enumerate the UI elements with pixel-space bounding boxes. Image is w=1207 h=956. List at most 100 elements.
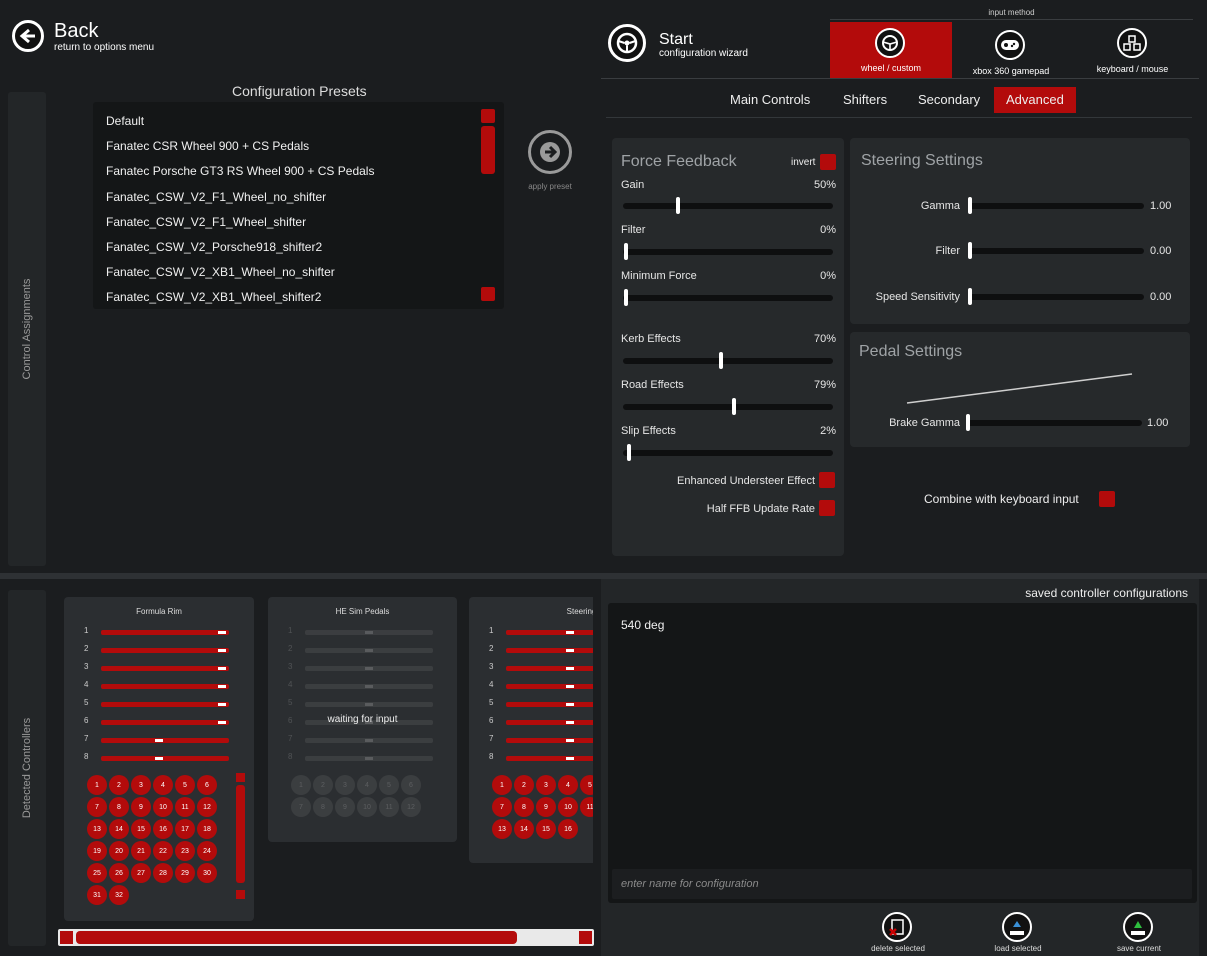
detected-controllers-tab[interactable]: Detected Controllers — [8, 590, 46, 946]
presets-scrollbar-thumb[interactable] — [481, 126, 495, 174]
method-xbox-gamepad[interactable]: xbox 360 gamepad — [952, 22, 1070, 78]
force-feedback-panel: Force Feedback invert Gain 50% Filter 0%… — [612, 138, 844, 556]
ffb-filter-slider[interactable] — [623, 243, 833, 260]
preset-item[interactable]: Default — [93, 109, 504, 134]
invert-checkbox[interactable] — [820, 154, 836, 170]
axis-row: 8 — [64, 748, 254, 766]
minimum-force-slider-thumb[interactable] — [624, 289, 628, 306]
preset-item[interactable]: Fanatec Porsche GT3 RS Wheel 900 + CS Pe… — [93, 159, 504, 184]
preset-item[interactable]: Fanatec_CSW_V2_F1_Wheel_no_shifter — [93, 185, 504, 210]
tab-advanced[interactable]: Advanced — [994, 87, 1076, 113]
combine-keyboard-checkbox[interactable] — [1099, 491, 1115, 507]
hscroll-right[interactable] — [579, 931, 592, 944]
hscroll-thumb[interactable] — [76, 931, 517, 944]
saved-configs-list[interactable]: 540 deg enter name for configuration — [608, 603, 1197, 903]
slip-effects-slider[interactable] — [623, 444, 833, 461]
presets-list[interactable]: Default Fanatec CSR Wheel 900 + CS Pedals… — [93, 102, 504, 309]
minimum-force-slider[interactable] — [623, 289, 833, 306]
tab-secondary[interactable]: Secondary — [906, 87, 992, 113]
pedal-settings-title: Pedal Settings — [859, 343, 963, 360]
enhanced-understeer-checkbox[interactable] — [819, 472, 835, 488]
axis-number: 7 — [288, 734, 293, 743]
buttons-scroll-down[interactable] — [236, 890, 245, 899]
controller-button: 8 — [514, 797, 534, 817]
road-effects-slider[interactable] — [623, 398, 833, 415]
delete-selected-button[interactable]: delete selected — [858, 910, 938, 956]
controller-button: 11 — [379, 797, 399, 817]
axis-number: 1 — [84, 626, 89, 635]
controllers-hscrollbar[interactable] — [58, 929, 594, 946]
axis-number: 3 — [84, 662, 89, 671]
half-ffb-checkbox[interactable] — [819, 500, 835, 516]
controller-button: 16 — [558, 819, 578, 839]
controller-button: 5 — [379, 775, 399, 795]
axis-marker — [566, 649, 574, 652]
brake-gamma-label: Brake Gamma — [889, 417, 960, 429]
gamma-slider-thumb[interactable] — [968, 197, 972, 214]
kerb-effects-slider[interactable] — [623, 352, 833, 369]
method-label-gamepad: xbox 360 gamepad — [972, 66, 1050, 76]
road-effects-slider-thumb[interactable] — [732, 398, 736, 415]
slip-effects-slider-thumb[interactable] — [627, 444, 631, 461]
kerb-effects-slider-thumb[interactable] — [719, 352, 723, 369]
gain-slider[interactable] — [623, 197, 833, 214]
axis-number: 4 — [84, 680, 89, 689]
controller-button: 32 — [109, 885, 129, 905]
save-current-button[interactable]: save current — [1099, 910, 1179, 956]
brake-gamma-slider[interactable] — [966, 414, 1142, 431]
steering-filter-slider-thumb[interactable] — [968, 242, 972, 259]
controller-title: Steering Wheel — [566, 607, 593, 616]
axis-bar — [506, 702, 593, 707]
brake-gamma-slider-thumb[interactable] — [966, 414, 970, 431]
buttons-scrollbar-thumb[interactable] — [236, 785, 245, 883]
arrow-right-icon — [528, 130, 572, 174]
speed-sensitivity-slider-thumb[interactable] — [968, 288, 972, 305]
hscroll-left[interactable] — [60, 931, 73, 944]
axis-bar — [506, 648, 593, 653]
presets-scroll-up[interactable] — [481, 109, 495, 123]
controller-button: 22 — [153, 841, 173, 861]
steering-settings-title: Steering Settings — [861, 152, 983, 169]
preset-item[interactable]: Fanatec CSR Wheel 900 + CS Pedals — [93, 134, 504, 159]
gamma-slider[interactable] — [968, 197, 1144, 214]
load-selected-button[interactable]: load selected — [978, 910, 1058, 956]
steering-filter-slider[interactable] — [968, 242, 1144, 259]
tab-shifters[interactable]: Shifters — [831, 87, 899, 113]
enhanced-understeer-label: Enhanced Understeer Effect — [677, 475, 815, 487]
saved-config-item[interactable]: 540 deg — [621, 618, 664, 632]
axis-marker — [566, 739, 574, 742]
axis-row: 3 — [469, 658, 593, 676]
method-wheel-custom[interactable]: wheel / custom — [830, 22, 952, 78]
preset-item[interactable]: Fanatec_CSW_V2_Porsche918_shifter2 — [93, 235, 504, 260]
buttons-scroll-up[interactable] — [236, 773, 245, 782]
ffb-filter-slider-thumb[interactable] — [624, 243, 628, 260]
controller-button: 9 — [536, 797, 556, 817]
back-button[interactable]: Back return to options menu — [12, 20, 192, 56]
gain-slider-thumb[interactable] — [676, 197, 680, 214]
preset-item[interactable]: Fanatec_CSW_V2_F1_Wheel_shifter — [93, 210, 504, 235]
axis-marker — [218, 631, 226, 634]
controller-button: 3 — [335, 775, 355, 795]
start-wizard-button[interactable]: Start configuration wizard — [608, 24, 808, 64]
axis-bar — [506, 630, 593, 635]
controller-card-steering-wheel[interactable]: Steering Wheel 12345678 1234567891011121… — [469, 597, 593, 863]
axis-row: 1 — [268, 622, 457, 640]
axis-marker — [566, 685, 574, 688]
load-selected-label: load selected — [994, 944, 1042, 953]
controller-button: 31 — [87, 885, 107, 905]
method-keyboard-mouse[interactable]: keyboard / mouse — [1072, 22, 1193, 78]
axis-marker — [566, 721, 574, 724]
controller-card-formula-rim[interactable]: Formula Rim 12345678 1 2 3 4 5 6 7 8 9 10 11 12 13 14… — [64, 597, 254, 921]
tab-main-controls[interactable]: Main Controls — [718, 87, 822, 113]
preset-item[interactable]: Fanatec_CSW_V2_XB1_Wheel_shifter2 — [93, 285, 504, 309]
apply-preset-button[interactable]: apply preset — [520, 130, 580, 194]
config-name-input[interactable]: enter name for configuration — [612, 869, 1192, 899]
controller-card-he-sim-pedals[interactable]: HE Sim Pedals 12345678 1 2 3 4 5 6 7 8 9 10 11 12 w… — [268, 597, 457, 842]
axis-bar — [101, 666, 229, 671]
control-assignments-tab[interactable]: Control Assignments — [8, 92, 46, 566]
speed-sensitivity-slider[interactable] — [968, 288, 1144, 305]
presets-scroll-down[interactable] — [481, 287, 495, 301]
controller-button: 13 — [87, 819, 107, 839]
preset-item[interactable]: Fanatec_CSW_V2_XB1_Wheel_no_shifter — [93, 260, 504, 285]
controller-button: 10 — [558, 797, 578, 817]
